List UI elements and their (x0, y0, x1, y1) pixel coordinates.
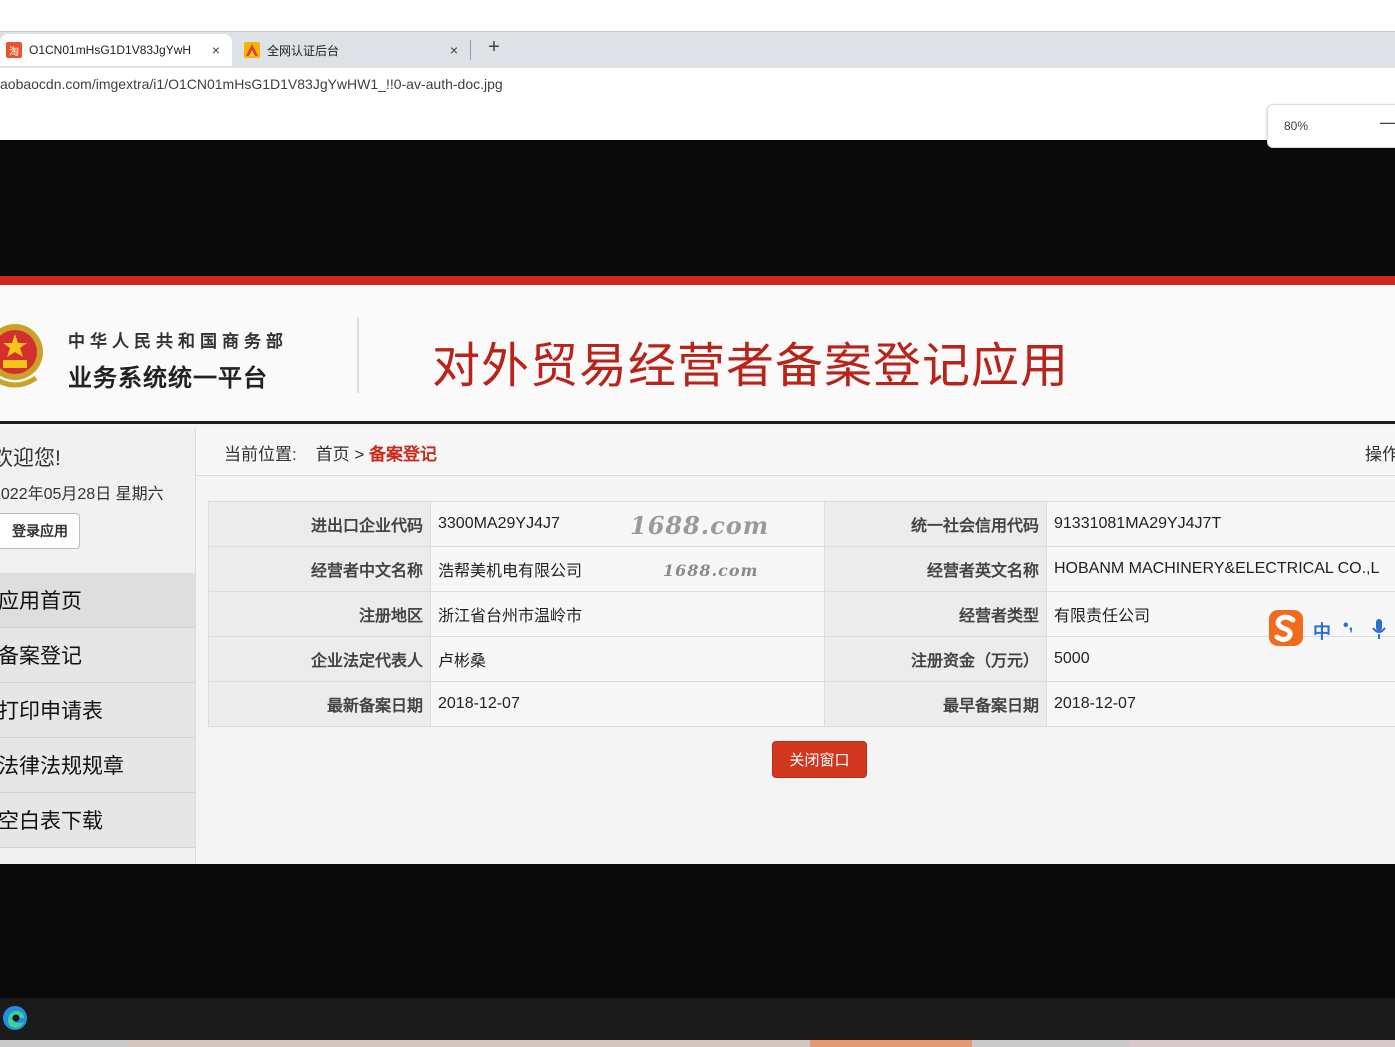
field-value: 浩帮美机电有限公司 (430, 546, 825, 592)
viewer-toolbar (0, 104, 1395, 140)
field-label: 经营者中文名称 (208, 546, 431, 592)
breadcrumb: 当前位置: 首页 > 备案登记 (224, 440, 437, 465)
sidebar-menu: 应用首页 备案登记 打印申请表 法律法规规章 空白表下载 (0, 573, 195, 848)
tab-image[interactable]: 淘 O1CN01mHsG1D1V83JgYwH × (0, 34, 232, 66)
record-table: 进出口企业代码 3300MA29YJ4J7 统一社会信用代码 91331081M… (208, 501, 1395, 727)
ime-toolbar[interactable]: 中 •, (1265, 608, 1395, 650)
national-emblem-icon (0, 324, 43, 388)
breadcrumb-home[interactable]: 首页 (316, 445, 350, 464)
platform-name: 业务系统统一平台 (68, 365, 268, 392)
sidebar-item-registration[interactable]: 备案登记 (0, 628, 195, 683)
zoom-level: 80% (1284, 119, 1309, 133)
breadcrumb-current: 备案登记 (369, 445, 438, 464)
field-label: 经营者英文名称 (824, 546, 1047, 592)
bottom-strip-segment (810, 1040, 972, 1047)
ime-punctuation[interactable]: •, (1343, 617, 1353, 635)
bottom-strip-segment (128, 1040, 808, 1047)
field-value: 卢彬桑 (430, 636, 825, 682)
microphone-icon[interactable] (1371, 618, 1387, 640)
sidebar-item-laws[interactable]: 法律法规规章 (0, 738, 195, 793)
header-red-bar (0, 276, 1395, 285)
window-top-strip (0, 0, 1395, 32)
close-icon[interactable]: × (444, 42, 464, 58)
sidebar-item-print-form[interactable]: 打印申请表 (0, 683, 195, 738)
field-label: 最早备案日期 (824, 681, 1047, 727)
watermark: 1688.com (630, 511, 770, 540)
close-icon[interactable]: × (206, 42, 226, 58)
app-title: 对外贸易经营者备案登记应用 (432, 338, 1070, 394)
field-value: 浙江省台州市温岭市 (430, 591, 825, 637)
url-text[interactable]: aobaocdn.com/imgextra/i1/O1CN01mHsG1D1V8… (0, 76, 503, 92)
field-label: 企业法定代表人 (208, 636, 431, 682)
field-value: HOBANM MACHINERY&ELECTRICAL CO.,L (1046, 546, 1395, 592)
header-divider (357, 317, 359, 393)
ime-mode[interactable]: 中 (1313, 618, 1331, 644)
watermark: 1688.com (663, 561, 759, 580)
table-row: 注册地区 浙江省台州市温岭市 经营者类型 有限责任公司 (208, 591, 1395, 637)
tab-title: 全网认证后台 (267, 43, 340, 58)
operations-link[interactable]: 操作 (1365, 440, 1395, 465)
table-row: 企业法定代表人 卢彬桑 注册资金（万元） 5000 (208, 636, 1395, 682)
field-label: 最新备案日期 (208, 681, 431, 727)
tab-title: O1CN01mHsG1D1V83JgYwH (29, 43, 192, 57)
bottom-strip-segment (1130, 1040, 1395, 1047)
zoom-out-button[interactable]: — (1380, 112, 1395, 133)
tab-bar: 淘 O1CN01mHsG1D1V83JgYwH × 全网认证后台 × (0, 32, 1395, 68)
tab-admin[interactable]: 全网认证后台 × (234, 34, 470, 66)
new-tab-button[interactable]: + (482, 36, 506, 60)
table-row: 经营者中文名称 浩帮美机电有限公司 经营者英文名称 HOBANM MACHINE… (208, 546, 1395, 592)
field-value: 2018-12-07 (430, 681, 825, 727)
field-value: 2018-12-07 (1046, 681, 1395, 727)
edge-browser-icon[interactable] (2, 1005, 28, 1031)
sidebar-item-home[interactable]: 应用首页 (0, 573, 195, 628)
breadcrumb-separator: > (354, 445, 365, 464)
field-value: 91331081MA29YJ4J7T (1046, 501, 1395, 547)
taskbar (0, 998, 1395, 1040)
tab-divider (470, 40, 471, 60)
admin-icon (244, 42, 260, 58)
org-name: 中华人民共和国商务部 (68, 332, 288, 351)
table-row: 进出口企业代码 3300MA29YJ4J7 统一社会信用代码 91331081M… (208, 501, 1395, 547)
login-app-button[interactable]: 登录应用 (0, 513, 80, 549)
field-label: 进出口企业代码 (208, 501, 431, 547)
welcome-text: 欢迎您! (0, 447, 61, 470)
breadcrumb-prefix: 当前位置: (224, 445, 297, 464)
current-date: 2022年05月28日 星期六 (0, 486, 164, 503)
sogou-icon[interactable] (1267, 608, 1305, 648)
field-label: 注册资金（万元） (824, 636, 1047, 682)
field-label: 注册地区 (208, 591, 431, 637)
table-row: 最新备案日期 2018-12-07 最早备案日期 2018-12-07 (208, 681, 1395, 727)
field-label: 统一社会信用代码 (824, 501, 1047, 547)
field-label: 经营者类型 (824, 591, 1047, 637)
close-window-button[interactable]: 关闭窗口 (772, 741, 867, 778)
sidebar-item-blank-forms[interactable]: 空白表下载 (0, 793, 195, 848)
taobao-icon: 淘 (6, 42, 22, 58)
